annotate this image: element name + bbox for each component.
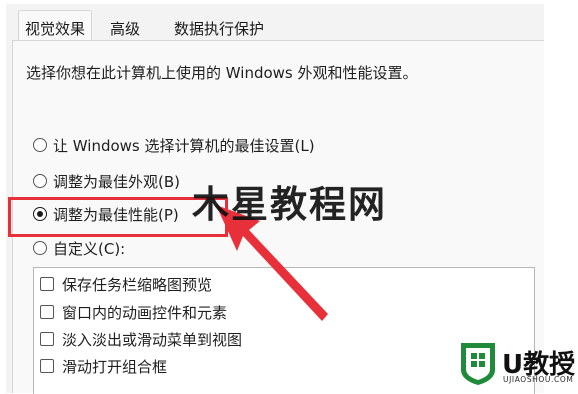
list-item[interactable]: 淡入淡出或滑动菜单到视图 (40, 326, 242, 352)
radio-button[interactable] (33, 241, 47, 255)
checkbox-label: 保存任务栏缩略图预览 (62, 275, 213, 294)
radio-label: 调整为最佳外观(B) (53, 172, 180, 191)
radio-best-appearance[interactable]: 调整为最佳外观(B) (33, 169, 180, 193)
radio-custom[interactable]: 自定义(C): (33, 236, 125, 260)
checkbox-label: 淡入淡出或滑动菜单到视图 (62, 330, 243, 349)
logo-subtext: UJIAOSHOU.COM (503, 375, 574, 384)
radio-label: 自定义(C): (53, 239, 126, 258)
shield-logo-icon (461, 343, 495, 385)
panel-description: 选择你想在此计算机上使用的 Windows 外观和性能设置。 (26, 64, 418, 82)
radio-button[interactable] (33, 138, 47, 152)
radio-label: 调整为最佳性能(P) (53, 205, 179, 224)
list-item[interactable]: 保存任务栏缩略图预览 (40, 271, 212, 297)
checkbox[interactable] (40, 305, 54, 319)
tab-strip: 视觉效果 高级 数据执行保护 (12, 8, 544, 45)
list-item[interactable]: 滑动打开组合框 (40, 353, 167, 379)
checkbox[interactable] (40, 359, 54, 373)
radio-label: 让 Windows 选择计算机的最佳设置(L) (53, 136, 315, 155)
radio-let-windows-choose[interactable]: 让 Windows 选择计算机的最佳设置(L) (33, 133, 315, 157)
checkbox[interactable] (40, 277, 54, 291)
radio-button-checked[interactable] (33, 207, 47, 221)
checkbox[interactable] (40, 332, 54, 346)
checkbox-label: 滑动打开组合框 (62, 357, 168, 376)
radio-best-performance[interactable]: 调整为最佳性能(P) (33, 202, 179, 226)
checkbox-label: 窗口内的动画控件和元素 (62, 303, 228, 322)
list-item[interactable]: 窗口内的动画控件和元素 (40, 299, 227, 325)
radio-button[interactable] (33, 174, 47, 188)
